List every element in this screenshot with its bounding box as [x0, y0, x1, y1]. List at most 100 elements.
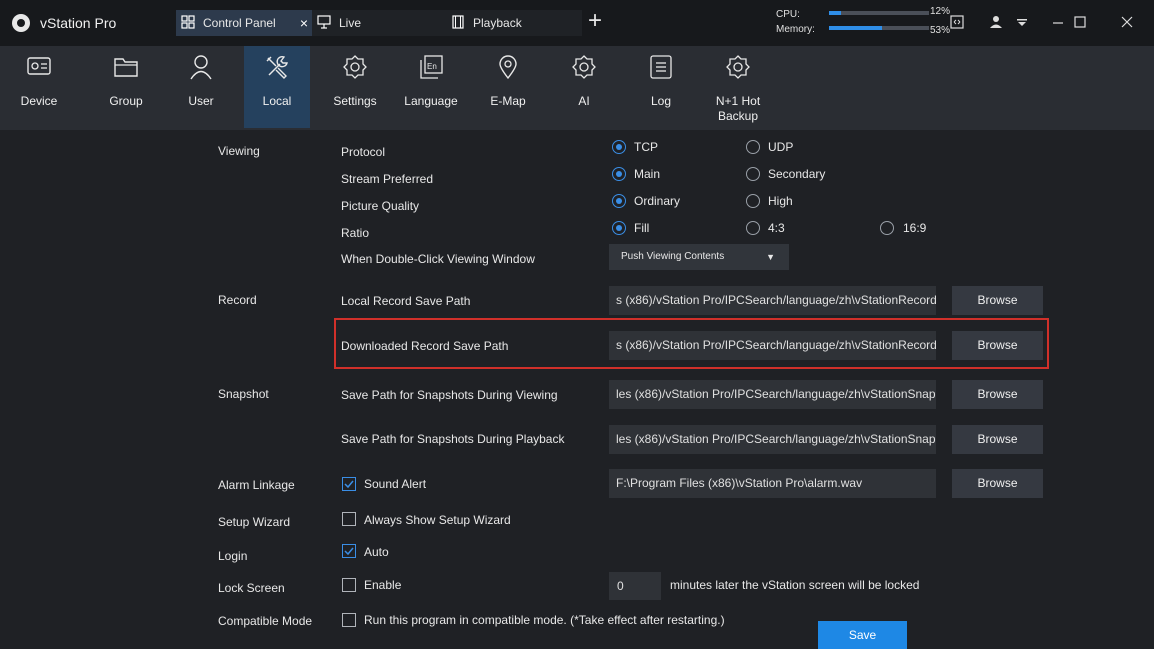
- radio-udp[interactable]: [746, 140, 760, 154]
- cpu-bar: [829, 11, 929, 15]
- toolbar-local[interactable]: Local: [244, 46, 310, 128]
- menu-dropdown-icon[interactable]: [1017, 19, 1027, 27]
- snapshot-viewing-browse-button[interactable]: Browse: [952, 380, 1043, 409]
- lock-screen-checkbox[interactable]: [342, 578, 356, 592]
- toolbar-language[interactable]: En Language: [403, 46, 459, 128]
- radio-high-label: High: [768, 194, 793, 208]
- setup-wizard-checkbox[interactable]: [342, 512, 356, 526]
- toolbar-ai[interactable]: AI: [556, 46, 612, 128]
- memory-bar: [829, 26, 929, 30]
- app-title: vStation Pro: [40, 15, 117, 31]
- section-record: Record: [218, 293, 257, 307]
- lock-minutes-suffix: minutes later the vStation screen will b…: [670, 578, 920, 592]
- toolbar-user[interactable]: User: [173, 46, 229, 128]
- section-login: Login: [218, 549, 248, 563]
- radio-ordinary-label: Ordinary: [634, 194, 681, 208]
- alarm-sound-path-field[interactable]: F:\Program Files (x86)\vStation Pro\alar…: [609, 469, 936, 498]
- memory-value: 53%: [930, 25, 951, 36]
- chevron-down-icon: ▼: [766, 252, 775, 262]
- maximize-icon[interactable]: [1073, 15, 1087, 29]
- downloaded-record-path-field[interactable]: s (x86)/vStation Pro/IPCSearch/language/…: [609, 331, 936, 360]
- tab-playback[interactable]: Playback: [446, 10, 582, 36]
- tab-label: Control Panel: [203, 16, 276, 30]
- double-click-value: Push Viewing Contents: [621, 251, 725, 262]
- double-click-select[interactable]: Push Viewing Contents ▼: [609, 244, 789, 270]
- toolbar-emap[interactable]: E-Map: [480, 46, 536, 128]
- sound-alert-checkbox[interactable]: [342, 477, 356, 491]
- save-button[interactable]: Save: [818, 621, 907, 649]
- double-click-label: When Double-Click Viewing Window: [341, 252, 535, 266]
- setup-wizard-label: Always Show Setup Wizard: [364, 513, 511, 527]
- radio-fill[interactable]: [612, 221, 626, 235]
- radio-ordinary[interactable]: [612, 194, 626, 208]
- protocol-label: Protocol: [341, 145, 386, 159]
- radio-high[interactable]: [746, 194, 760, 208]
- stream-preferred-label: Stream Preferred: [341, 172, 434, 186]
- snapshot-playback-browse-button[interactable]: Browse: [952, 425, 1043, 454]
- auto-login-label: Auto: [364, 545, 389, 559]
- section-alarm-linkage: Alarm Linkage: [218, 478, 295, 492]
- map-pin-icon: [499, 55, 517, 80]
- toolbar-label: Language: [404, 94, 458, 108]
- radio-fill-label: Fill: [634, 221, 650, 235]
- folder-icon: [114, 58, 138, 77]
- local-record-path-field[interactable]: s (x86)/vStation Pro/IPCSearch/language/…: [609, 286, 936, 315]
- radio-16-9[interactable]: [880, 221, 894, 235]
- memory-label: Memory:: [776, 24, 815, 35]
- add-tab-button[interactable]: +: [588, 8, 602, 34]
- snapshot-viewing-path-field[interactable]: les (x86)/vStation Pro/IPCSearch/languag…: [609, 380, 936, 409]
- close-tab-icon[interactable]: ×: [300, 10, 308, 36]
- toolbar-log[interactable]: Log: [633, 46, 689, 128]
- local-record-browse-button[interactable]: Browse: [952, 286, 1043, 315]
- toolbar-label: Log: [650, 94, 672, 108]
- picture-quality-label: Picture Quality: [341, 199, 420, 213]
- cpu-value: 12%: [930, 6, 951, 17]
- live-monitor-icon: [317, 15, 331, 29]
- radio-udp-label: UDP: [768, 140, 794, 154]
- snapshot-playback-label: Save Path for Snapshots During Playback: [341, 432, 565, 446]
- user-icon[interactable]: [989, 15, 1003, 29]
- toolbar-label: E-Map: [490, 94, 526, 108]
- radio-main[interactable]: [612, 167, 626, 181]
- control-panel-icon: [181, 15, 195, 29]
- radio-4-3-label: 4:3: [768, 221, 785, 235]
- radio-tcp[interactable]: [612, 140, 626, 154]
- auto-login-checkbox[interactable]: [342, 544, 356, 558]
- section-setup-wizard: Setup Wizard: [218, 515, 291, 529]
- gear-icon: [343, 55, 367, 79]
- app-logo-icon: [12, 14, 30, 32]
- ratio-label: Ratio: [341, 226, 370, 240]
- radio-secondary[interactable]: [746, 167, 760, 181]
- toolbar-settings[interactable]: Settings: [327, 46, 383, 128]
- tab-control-panel[interactable]: Control Panel ×: [176, 10, 312, 36]
- film-icon: [452, 15, 464, 29]
- device-icon: [27, 57, 51, 75]
- checkmark-icon: [344, 547, 354, 556]
- toolbar-backup[interactable]: N+1 Hot Backup: [708, 46, 768, 128]
- tab-live[interactable]: Live: [312, 10, 446, 36]
- section-lock-screen: Lock Screen: [218, 581, 285, 595]
- tools-icon: [266, 55, 288, 79]
- toolbar-group[interactable]: Group: [98, 46, 154, 128]
- downloaded-record-browse-button[interactable]: Browse: [952, 331, 1043, 360]
- ai-gear-icon: [572, 55, 596, 79]
- radio-main-label: Main: [634, 167, 661, 181]
- close-icon[interactable]: [1120, 15, 1134, 29]
- minimize-icon[interactable]: [1051, 15, 1065, 29]
- radio-secondary-label: Secondary: [768, 167, 826, 181]
- toolbar-device[interactable]: Device: [11, 46, 67, 128]
- alarm-browse-button[interactable]: Browse: [952, 469, 1043, 498]
- cpu-label: CPU:: [776, 9, 800, 20]
- downloaded-record-label: Downloaded Record Save Path: [341, 339, 509, 353]
- section-snapshot: Snapshot: [218, 387, 269, 401]
- snapshot-playback-path-field[interactable]: les (x86)/vStation Pro/IPCSearch/languag…: [609, 425, 936, 454]
- section-compatible-mode: Compatible Mode: [218, 614, 313, 628]
- toolbar-label: N+1 Hot Backup: [715, 94, 761, 123]
- backup-gear-icon: [726, 55, 750, 79]
- lock-minutes-input[interactable]: 0: [609, 572, 661, 600]
- fullscreen-icon[interactable]: [950, 15, 964, 29]
- checkmark-icon: [344, 480, 354, 489]
- compatible-mode-checkbox[interactable]: [342, 613, 356, 627]
- lock-screen-label: Enable: [364, 578, 402, 592]
- radio-4-3[interactable]: [746, 221, 760, 235]
